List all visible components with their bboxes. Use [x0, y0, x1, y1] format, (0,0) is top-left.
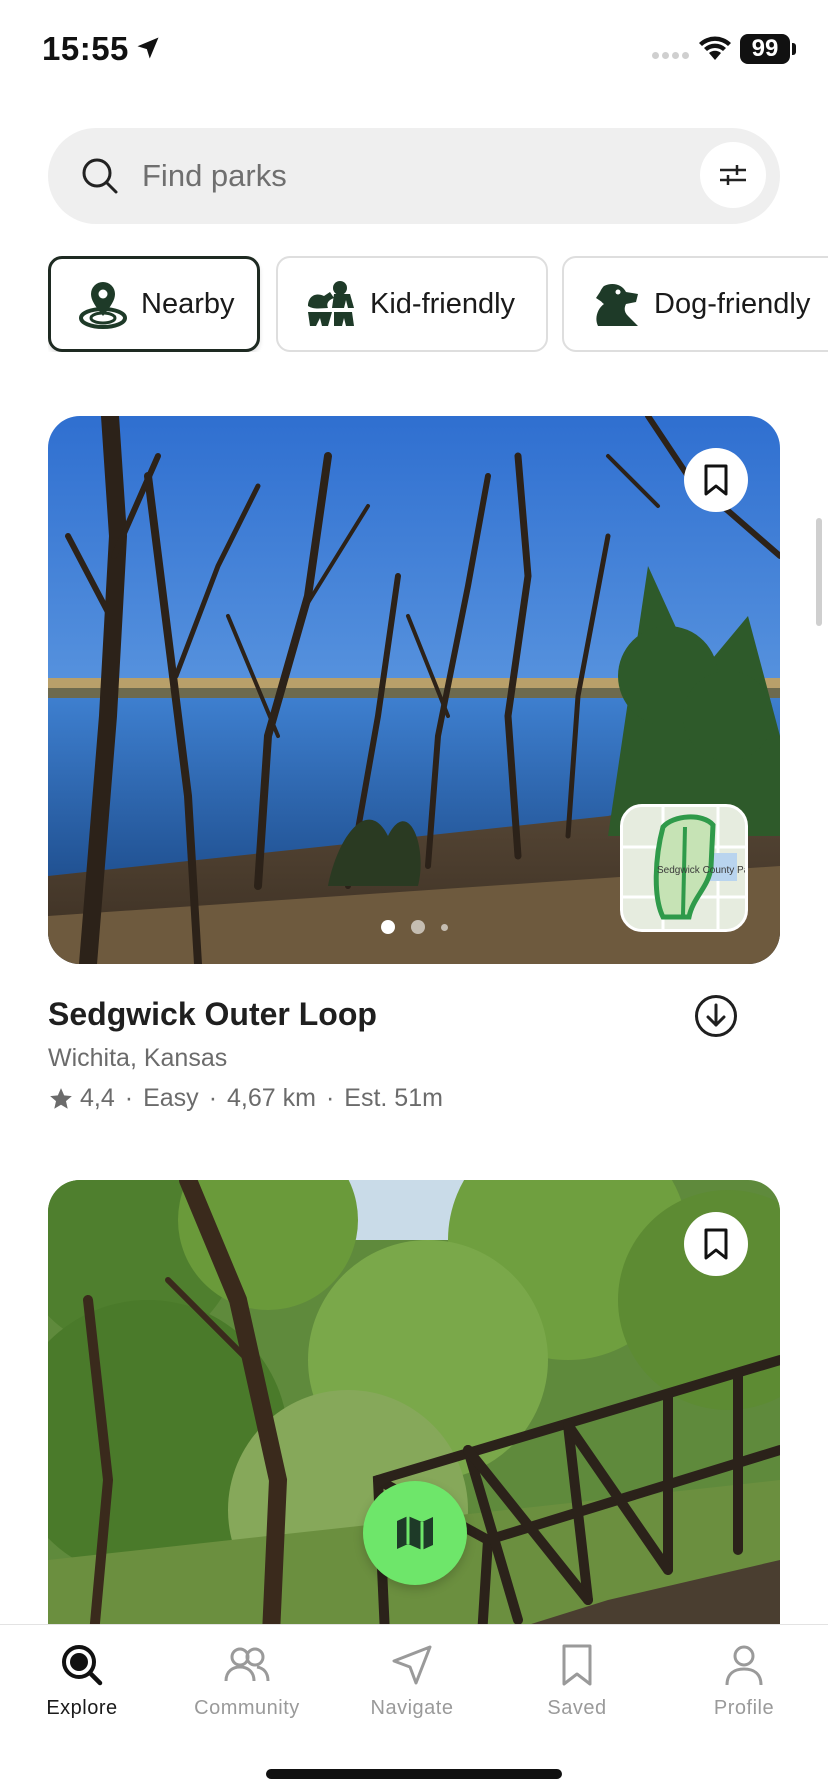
bookmark-icon	[704, 464, 728, 496]
chip-nearby[interactable]: Nearby	[48, 256, 260, 352]
kid-friendly-icon	[304, 278, 358, 330]
tab-label: Navigate	[370, 1697, 454, 1719]
tab-saved[interactable]: Saved	[502, 1643, 652, 1720]
filter-sliders-icon	[720, 165, 746, 185]
trail-map-thumbnail[interactable]: Sedgwick County Park	[620, 804, 748, 932]
tab-label: Saved	[547, 1697, 607, 1719]
battery-nub	[792, 43, 796, 55]
map-thumb-label: Sedgwick County Park	[657, 865, 748, 876]
wifi-icon	[699, 36, 731, 60]
trail-duration: Est. 51m	[344, 1084, 443, 1112]
trail-rating: 4,4	[80, 1084, 115, 1112]
map-icon	[397, 1516, 433, 1550]
tab-community[interactable]: Community	[172, 1643, 322, 1720]
trail-difficulty: Easy	[143, 1084, 199, 1112]
tab-explore[interactable]: Explore	[7, 1643, 157, 1720]
bottom-tab-bar: Explore Community Navigate Saved Profile	[0, 1624, 828, 1792]
search-input[interactable]	[142, 152, 612, 200]
separator-dot: ·	[124, 1084, 134, 1112]
community-icon	[224, 1647, 270, 1682]
trail-photo-carousel[interactable]	[48, 1180, 780, 1700]
tab-label: Community	[194, 1697, 300, 1719]
chip-kid-friendly[interactable]: Kid-friendly	[276, 256, 548, 352]
separator-dot: ·	[208, 1084, 218, 1112]
carousel-dot[interactable]	[380, 920, 395, 934]
cellular-signal-icon	[652, 52, 689, 59]
status-time: 15:55	[42, 30, 129, 67]
bookmark-button[interactable]	[684, 1212, 748, 1276]
explore-search-icon	[62, 1645, 103, 1686]
carousel-dots	[48, 920, 780, 934]
separator-dot: ·	[325, 1084, 335, 1112]
chip-label: Kid-friendly	[370, 287, 516, 320]
download-button[interactable]	[694, 994, 738, 1043]
navigate-icon	[392, 1645, 432, 1685]
carousel-dot[interactable]	[410, 920, 425, 934]
search-bar[interactable]	[48, 128, 780, 224]
bookmark-icon	[562, 1644, 592, 1686]
dog-icon	[590, 278, 642, 330]
chip-dog-friendly[interactable]: Dog-friendly	[562, 256, 828, 352]
location-arrow-icon	[137, 37, 159, 59]
location-pin-icon	[77, 278, 129, 330]
download-icon	[695, 995, 737, 1037]
profile-icon	[725, 1645, 763, 1686]
battery-indicator: 99	[740, 34, 790, 64]
status-bar: 15:55 99	[0, 0, 828, 100]
map-view-button[interactable]	[363, 1481, 467, 1585]
chip-label: Nearby	[141, 287, 235, 320]
search-icon	[82, 158, 118, 194]
filter-button[interactable]	[700, 142, 766, 208]
bookmark-icon	[704, 1228, 728, 1260]
tab-profile[interactable]: Profile	[669, 1643, 819, 1720]
filter-chips: Nearby Kid-friendly Dog-friendly	[48, 256, 828, 352]
trail-meta: 4,4 · Easy · 4,67 km · Est. 51m	[48, 1084, 443, 1113]
chip-label: Dog-friendly	[654, 287, 811, 320]
trail-name[interactable]: Sedgwick Outer Loop	[48, 996, 377, 1033]
trail-location: Wichita, Kansas	[48, 1044, 228, 1072]
bookmark-button[interactable]	[684, 448, 748, 512]
scrollbar[interactable]	[816, 518, 822, 626]
star-icon	[50, 1087, 72, 1109]
carousel-dot[interactable]	[440, 923, 448, 931]
tab-label: Profile	[713, 1697, 775, 1719]
trail-map-preview: Sedgwick County Park	[623, 807, 748, 929]
home-indicator[interactable]	[266, 1769, 562, 1779]
trail-distance: 4,67 km	[227, 1084, 316, 1112]
tab-label: Explore	[46, 1697, 118, 1719]
tab-navigate[interactable]: Navigate	[337, 1643, 487, 1720]
forest-bridge-photo	[48, 1180, 780, 1700]
trail-photo-carousel[interactable]: Sedgwick County Park	[48, 416, 780, 964]
